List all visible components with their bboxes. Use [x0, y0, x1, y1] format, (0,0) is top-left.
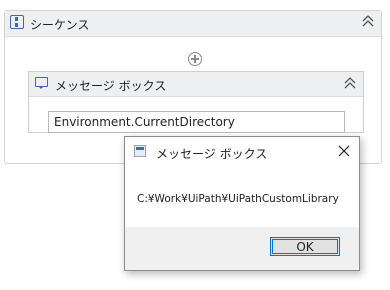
- double-chevron-up-icon[interactable]: [343, 76, 357, 90]
- close-icon[interactable]: [338, 145, 350, 157]
- sequence-title: シーケンス: [30, 18, 90, 32]
- dialog-titlebar[interactable]: メッセージ ボックス: [125, 137, 359, 167]
- message-box-activity-header[interactable]: メッセージ ボックス: [29, 72, 363, 97]
- expression-input[interactable]: Environment.CurrentDirectory: [48, 111, 345, 133]
- message-box-dialog: メッセージ ボックス C:¥Work¥UiPath¥UiPathCustomLi…: [124, 136, 360, 271]
- dialog-title: メッセージ ボックス: [156, 147, 268, 161]
- sequence-icon: [10, 15, 24, 29]
- ok-button[interactable]: OK: [270, 237, 340, 256]
- dialog-footer: OK: [125, 227, 359, 270]
- window-app-icon: [134, 145, 146, 157]
- message-box-activity[interactable]: メッセージ ボックス Environment.CurrentDirectory: [28, 71, 364, 133]
- double-chevron-up-icon[interactable]: [361, 14, 375, 28]
- message-box-icon: [35, 77, 48, 89]
- sequence-header[interactable]: シーケンス: [5, 11, 381, 37]
- dialog-message: C:¥Work¥UiPath¥UiPathCustomLibrary: [137, 193, 339, 205]
- add-activity-icon[interactable]: [188, 52, 202, 66]
- message-box-activity-title: メッセージ ボックス: [55, 79, 167, 93]
